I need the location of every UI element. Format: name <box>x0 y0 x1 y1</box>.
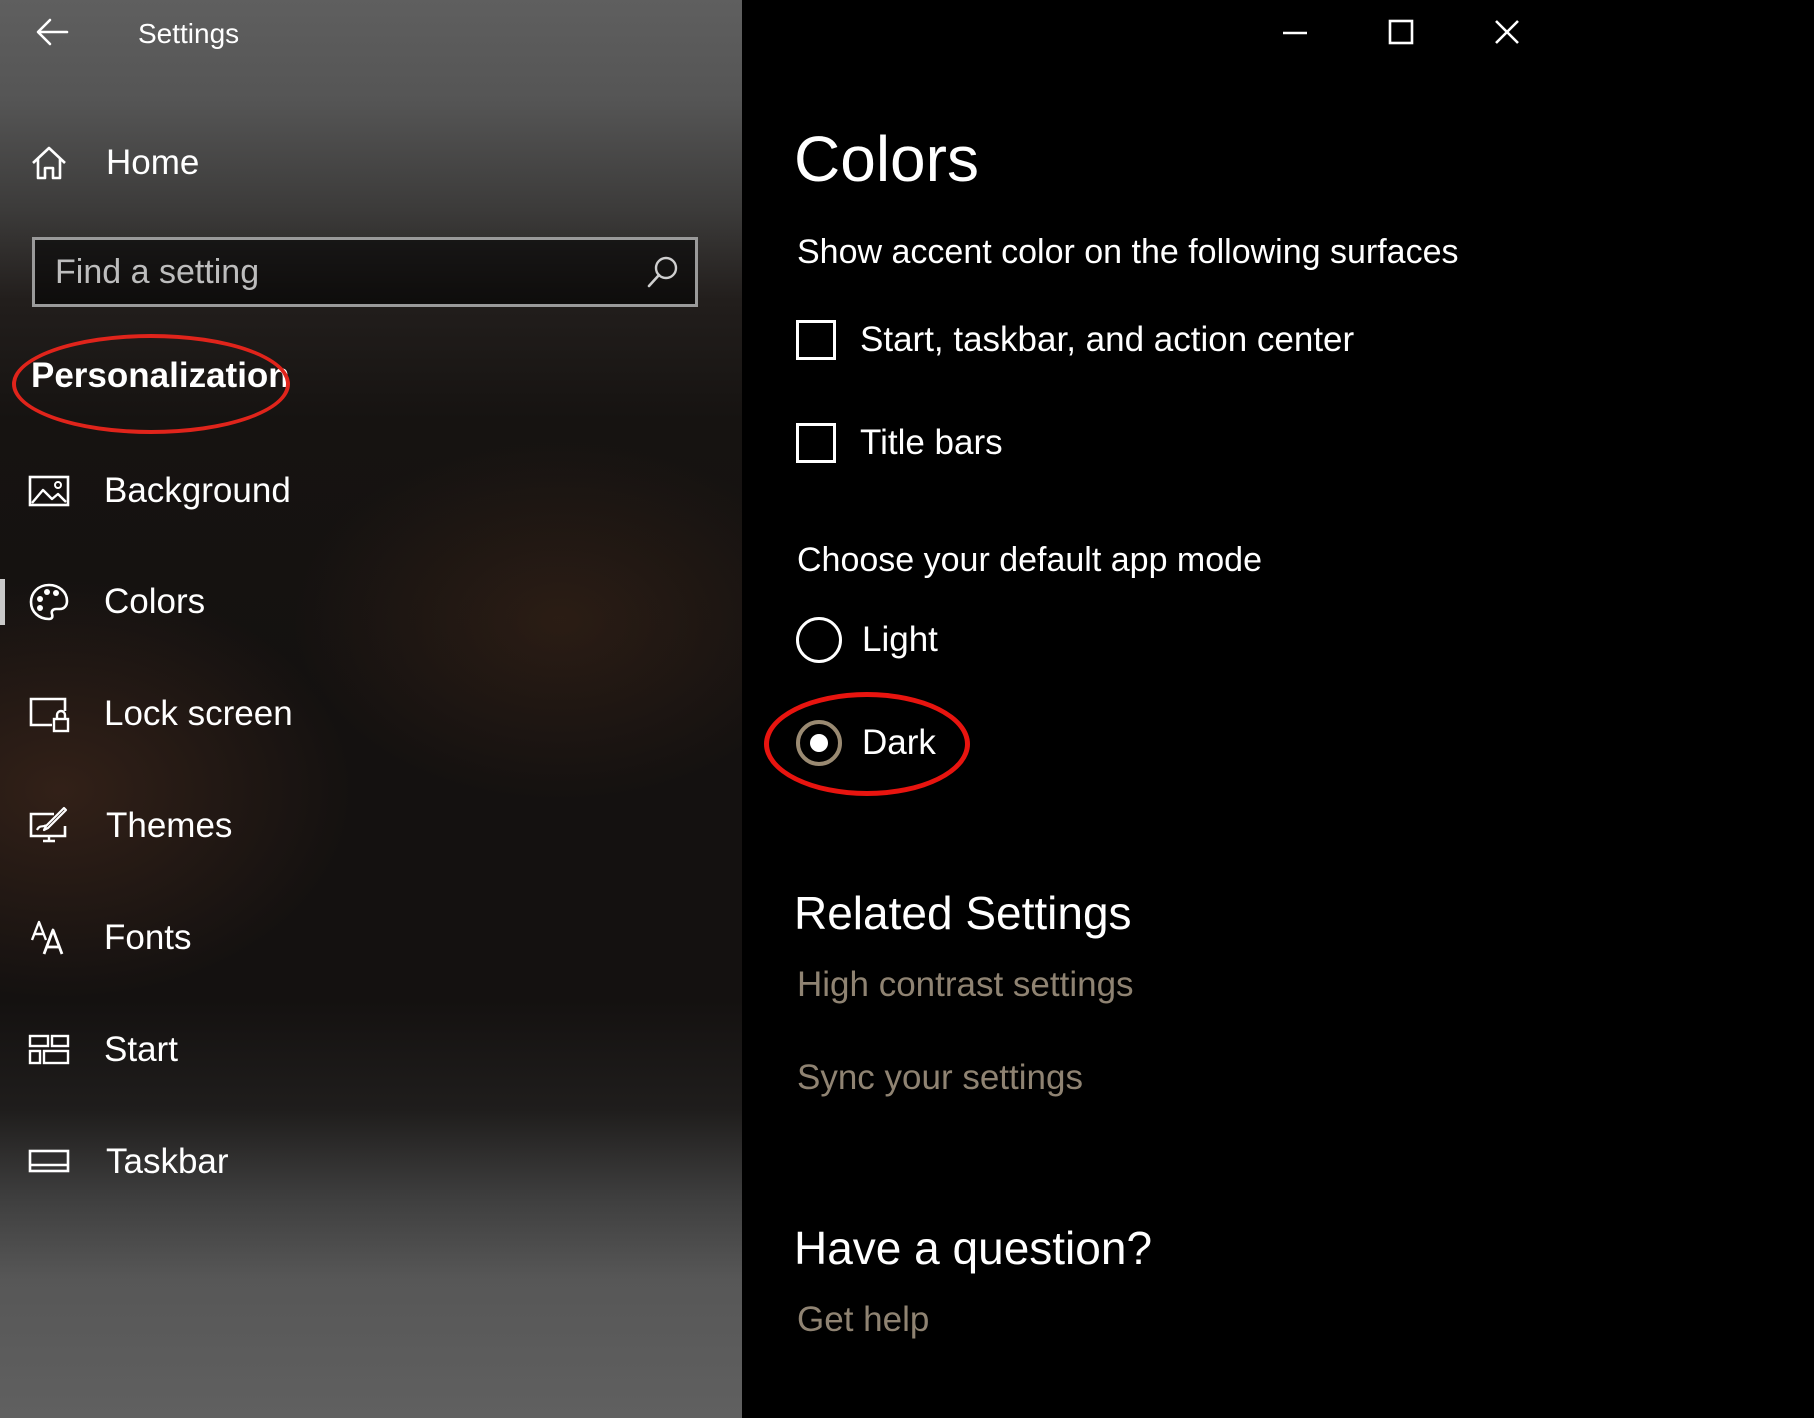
radio-button[interactable] <box>796 720 842 766</box>
checkbox-title-bars[interactable]: Title bars <box>796 418 1003 468</box>
sidebar-item-label: Background <box>104 471 291 510</box>
sidebar-item-start[interactable]: Start <box>0 1005 742 1095</box>
start-icon <box>28 1029 70 1071</box>
sidebar-item-background[interactable]: Background <box>0 446 742 536</box>
high-contrast-settings-link[interactable]: High contrast settings <box>797 965 1134 1005</box>
search-input[interactable] <box>55 240 635 304</box>
radio-dark[interactable]: Dark <box>796 717 936 769</box>
lock-screen-icon <box>28 693 70 735</box>
radio-button[interactable] <box>796 617 842 663</box>
maximize-button[interactable] <box>1348 0 1454 64</box>
taskbar-icon <box>28 1141 70 1183</box>
window-title: Settings <box>138 18 240 49</box>
themes-icon <box>28 805 70 847</box>
back-arrow-icon <box>36 18 69 46</box>
radio-label: Light <box>862 620 938 659</box>
minimize-button[interactable] <box>1242 0 1348 64</box>
search-box[interactable] <box>32 237 698 307</box>
accent-surfaces-heading: Show accent color on the following surfa… <box>797 233 1459 271</box>
radio-label: Dark <box>862 723 936 762</box>
checkbox[interactable] <box>796 423 836 463</box>
picture-icon <box>28 470 70 512</box>
back-button[interactable] <box>30 10 74 54</box>
page-title: Colors <box>794 123 979 195</box>
sidebar-item-themes[interactable]: Themes <box>0 781 742 871</box>
sidebar-item-label: Taskbar <box>106 1142 229 1181</box>
radio-light[interactable]: Light <box>796 614 938 666</box>
sidebar-item-fonts[interactable]: Fonts <box>0 893 742 983</box>
settings-window: Settings Home Personalization <box>0 0 1814 1418</box>
selection-indicator <box>0 579 5 625</box>
sidebar-item-label: Home <box>106 143 200 182</box>
sidebar-item-taskbar[interactable]: Taskbar <box>0 1117 742 1207</box>
close-button[interactable] <box>1454 0 1560 64</box>
sidebar-item-home[interactable]: Home <box>0 118 742 208</box>
checkbox[interactable] <box>796 320 836 360</box>
sidebar-item-label: Start <box>104 1030 178 1069</box>
sidebar: Settings Home Personalization <box>0 0 742 1418</box>
checkbox-start-taskbar-action-center[interactable]: Start, taskbar, and action center <box>796 315 1354 365</box>
home-icon <box>28 142 70 184</box>
checkbox-label: Title bars <box>860 423 1003 462</box>
sidebar-item-label: Themes <box>106 806 233 845</box>
main-pane: Colors Show accent color on the followin… <box>742 0 1814 1418</box>
sidebar-item-label: Colors <box>104 582 206 621</box>
sidebar-item-label: Lock screen <box>104 694 293 733</box>
maximize-icon <box>1388 19 1414 45</box>
search-icon[interactable] <box>645 254 681 290</box>
sidebar-item-label: Fonts <box>104 918 192 957</box>
get-help-link[interactable]: Get help <box>797 1300 929 1340</box>
close-icon <box>1495 20 1519 44</box>
question-title: Have a question? <box>794 1222 1153 1274</box>
sidebar-item-colors[interactable]: Colors <box>0 557 742 647</box>
minimize-icon <box>1283 31 1307 35</box>
app-mode-heading: Choose your default app mode <box>797 541 1262 579</box>
palette-icon <box>28 581 70 623</box>
sidebar-item-lock-screen[interactable]: Lock screen <box>0 669 742 759</box>
section-heading: Personalization <box>31 356 290 395</box>
related-settings-title: Related Settings <box>794 887 1132 939</box>
checkbox-label: Start, taskbar, and action center <box>860 320 1355 359</box>
fonts-icon <box>28 917 70 959</box>
sync-settings-link[interactable]: Sync your settings <box>797 1058 1083 1098</box>
